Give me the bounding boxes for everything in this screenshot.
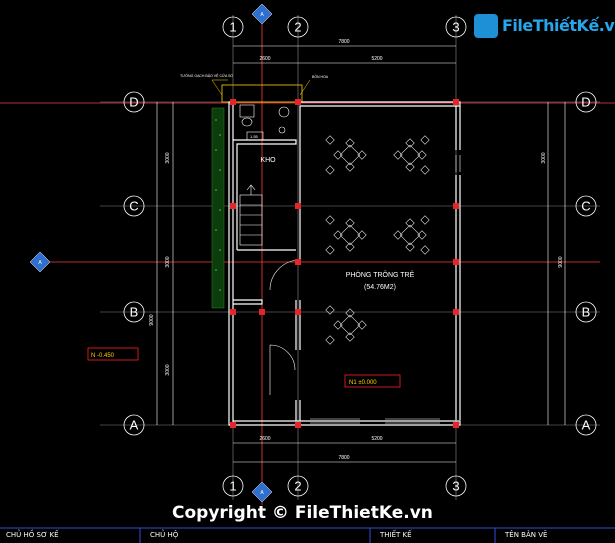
dim-bottom-total: 7800 bbox=[338, 455, 349, 461]
svg-text:1: 1 bbox=[229, 20, 236, 35]
column-13 bbox=[295, 422, 301, 428]
dim-top-total: 7800 bbox=[338, 39, 349, 45]
svg-text:3: 3 bbox=[452, 479, 459, 494]
column-12 bbox=[230, 422, 236, 428]
wc-code: 1.55 bbox=[250, 134, 259, 139]
room-storage-label: KHO bbox=[260, 157, 276, 164]
column-3 bbox=[230, 203, 236, 209]
logo-icon bbox=[474, 14, 498, 38]
dim-right-DC: 3000 bbox=[541, 152, 547, 163]
svg-text:C: C bbox=[129, 199, 138, 214]
svg-text:D: D bbox=[129, 95, 138, 110]
column-2 bbox=[453, 99, 459, 105]
dim-top-right: 5200 bbox=[371, 56, 382, 62]
level-inside: N1 ±0.000 bbox=[349, 380, 377, 386]
svg-text:2: 2 bbox=[294, 479, 301, 494]
column-5 bbox=[453, 203, 459, 209]
note-window-wall: TƯỜNG GẠCH BẢO VỆ CỬA SỔ bbox=[180, 73, 233, 78]
column-7 bbox=[453, 259, 459, 265]
column-9 bbox=[259, 309, 265, 315]
title-block-cell-1: CHỦ HỒ SƠ KẾ bbox=[6, 531, 59, 539]
svg-text:A: A bbox=[130, 418, 139, 433]
column-1 bbox=[295, 99, 301, 105]
svg-text:B: B bbox=[582, 305, 591, 320]
column-8 bbox=[230, 309, 236, 315]
dim-top-left: 2600 bbox=[259, 56, 270, 62]
column-0 bbox=[230, 99, 236, 105]
dim-bottom-right: 5200 bbox=[371, 436, 382, 442]
title-block-cell-3: THIẾT KẾ bbox=[380, 531, 412, 539]
svg-text:1: 1 bbox=[229, 479, 236, 494]
dim-left-total: 9000 bbox=[149, 314, 155, 325]
column-14 bbox=[453, 422, 459, 428]
dim-left-DC: 3000 bbox=[165, 152, 171, 163]
room-main-label: PHÒNG TRÔNG TRẺ bbox=[346, 270, 415, 279]
column-6 bbox=[295, 259, 301, 265]
svg-text:2: 2 bbox=[294, 20, 301, 35]
note-planter: BỒN HOA bbox=[312, 74, 329, 79]
floor-plan-drawing: 7800 2600 5200 2600 5200 7800 3000 3000 … bbox=[0, 0, 615, 543]
planter-strip bbox=[211, 107, 225, 309]
dim-left-BA: 3000 bbox=[165, 364, 171, 375]
svg-text:C: C bbox=[581, 199, 590, 214]
svg-text:B: B bbox=[130, 305, 139, 320]
column-4 bbox=[295, 203, 301, 209]
title-block-cell-2: CHỦ HỘ bbox=[150, 531, 179, 539]
svg-text:A: A bbox=[582, 418, 591, 433]
dim-right-total: 9000 bbox=[558, 256, 564, 267]
site-logo: FileThiếtKế.vn bbox=[474, 12, 615, 42]
svg-text:D: D bbox=[581, 95, 590, 110]
dim-left-CB: 3000 bbox=[165, 256, 171, 267]
room-main-area: (54.76M2) bbox=[364, 284, 396, 291]
logo-text: FileThiếtKế.vn bbox=[502, 16, 615, 35]
column-11 bbox=[453, 309, 459, 315]
dim-bottom-left: 2600 bbox=[259, 436, 270, 442]
title-block-cell-4: TÊN BẢN VẼ bbox=[505, 531, 548, 539]
copyright-watermark: Copyright © FileThietKe.vn bbox=[172, 503, 433, 523]
canvas-background bbox=[0, 0, 615, 543]
level-outside: N -0.450 bbox=[91, 353, 115, 359]
column-10 bbox=[295, 309, 301, 315]
svg-text:3: 3 bbox=[452, 20, 459, 35]
